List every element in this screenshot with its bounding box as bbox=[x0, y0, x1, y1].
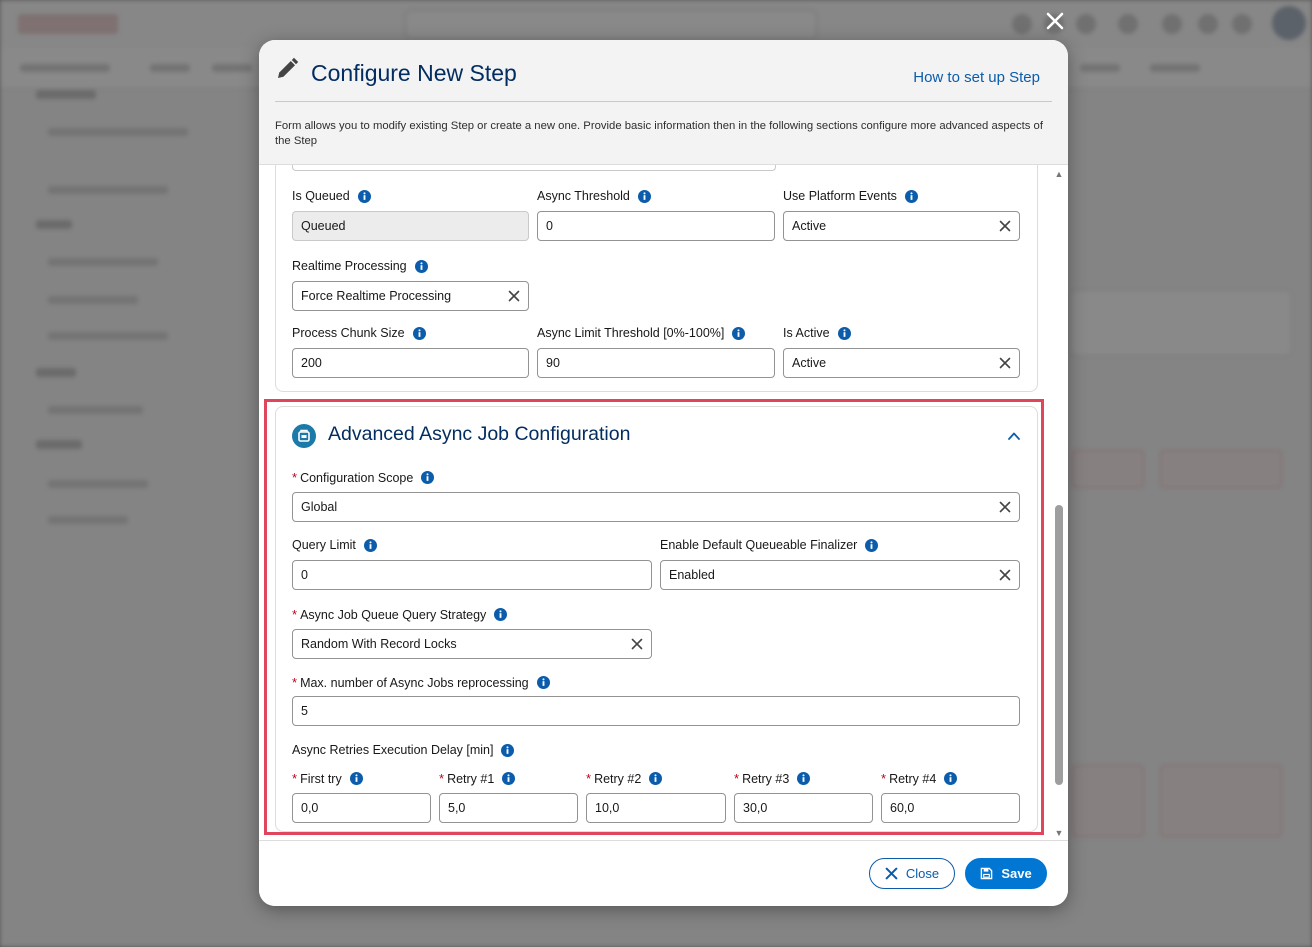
pencil-icon bbox=[278, 57, 299, 78]
is-active-label: Is Active bbox=[783, 326, 851, 340]
how-to-set-up-link[interactable]: How to set up Step bbox=[913, 69, 1040, 86]
close-icon bbox=[885, 867, 898, 880]
info-icon[interactable] bbox=[904, 189, 918, 203]
save-button-label: Save bbox=[1001, 866, 1032, 881]
info-icon[interactable] bbox=[414, 259, 428, 273]
info-icon[interactable] bbox=[732, 326, 746, 340]
highlight-frame bbox=[264, 399, 1044, 835]
info-icon[interactable] bbox=[412, 326, 426, 340]
clear-icon[interactable] bbox=[508, 290, 520, 302]
form-scrollbar[interactable]: ▲ ▼ bbox=[1052, 165, 1066, 840]
scroll-down-arrow-icon[interactable]: ▼ bbox=[1054, 828, 1064, 838]
async-threshold-input[interactable]: 0 bbox=[537, 211, 775, 241]
label-text: Use Platform Events bbox=[783, 189, 897, 203]
realtime-processing-combobox[interactable]: Force Realtime Processing bbox=[292, 281, 529, 311]
combobox-value: Active bbox=[792, 356, 827, 370]
combobox-value: Active bbox=[792, 219, 827, 233]
save-button[interactable]: Save bbox=[965, 858, 1047, 889]
clear-icon[interactable] bbox=[999, 357, 1011, 369]
use-platform-events-label: Use Platform Events bbox=[783, 189, 918, 203]
label-text: Async Limit Threshold [0%-100%] bbox=[537, 326, 725, 340]
info-icon[interactable] bbox=[837, 326, 851, 340]
configure-step-modal: Configure New Step How to set up Step Fo… bbox=[259, 40, 1068, 906]
modal-footer: Close Save bbox=[259, 840, 1068, 906]
label-text: Is Active bbox=[783, 326, 830, 340]
is-queued-label: Is Queued bbox=[292, 189, 371, 203]
header-divider bbox=[275, 101, 1052, 102]
info-icon[interactable] bbox=[637, 189, 651, 203]
scroll-up-arrow-icon[interactable]: ▲ bbox=[1054, 169, 1064, 179]
modal-title: Configure New Step bbox=[311, 60, 517, 86]
use-platform-events-combobox[interactable]: Active bbox=[783, 211, 1020, 241]
is-queued-field: Queued bbox=[292, 211, 529, 241]
label-text: Process Chunk Size bbox=[292, 326, 405, 340]
process-chunk-size-input[interactable]: 200 bbox=[292, 348, 529, 378]
partial-input-field[interactable] bbox=[292, 165, 776, 171]
async-limit-threshold-label: Async Limit Threshold [0%-100%] bbox=[537, 326, 746, 340]
modal-header: Configure New Step How to set up Step Fo… bbox=[259, 40, 1068, 165]
realtime-processing-label: Realtime Processing bbox=[292, 259, 428, 273]
close-modal-x-icon[interactable] bbox=[1040, 6, 1070, 36]
modal-description: Form allows you to modify existing Step … bbox=[275, 120, 1043, 147]
label-text: Async Threshold bbox=[537, 189, 630, 203]
is-active-combobox[interactable]: Active bbox=[783, 348, 1020, 378]
label-text: Realtime Processing bbox=[292, 259, 407, 273]
close-button[interactable]: Close bbox=[869, 858, 955, 889]
scrollbar-thumb[interactable] bbox=[1055, 505, 1063, 785]
form-scroll-area[interactable]: Is Queued Queued Async Threshold 0 Use P… bbox=[259, 165, 1068, 840]
label-text: Is Queued bbox=[292, 189, 350, 203]
async-threshold-label: Async Threshold bbox=[537, 189, 651, 203]
close-button-label: Close bbox=[905, 866, 940, 881]
clear-icon[interactable] bbox=[999, 220, 1011, 232]
processing-section: Is Queued Queued Async Threshold 0 Use P… bbox=[275, 165, 1038, 392]
async-limit-threshold-input[interactable]: 90 bbox=[537, 348, 775, 378]
process-chunk-size-label: Process Chunk Size bbox=[292, 326, 426, 340]
info-icon[interactable] bbox=[357, 189, 371, 203]
combobox-value: Force Realtime Processing bbox=[301, 289, 452, 303]
save-icon bbox=[981, 867, 993, 880]
